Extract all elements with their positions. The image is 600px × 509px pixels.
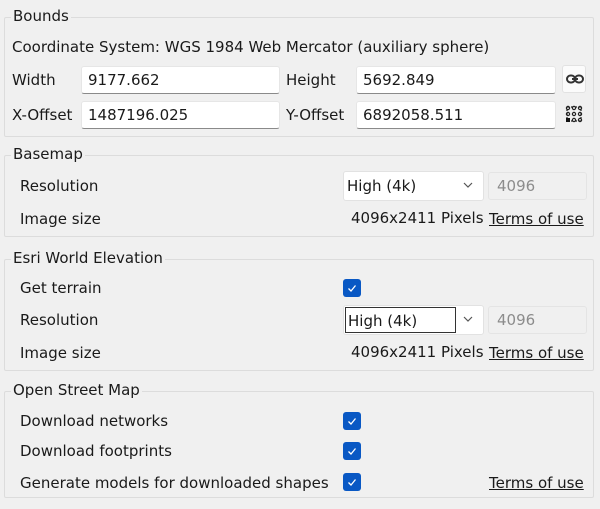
checkmark-icon: [348, 285, 357, 292]
height-label: Height: [286, 71, 336, 89]
checkmark-icon: [348, 479, 357, 486]
elevation-title: Esri World Elevation: [11, 248, 165, 268]
elevation-resolution-value: High (4k): [345, 307, 456, 333]
width-input[interactable]: 9177.662: [81, 66, 280, 94]
get-terrain-checkbox[interactable]: [343, 279, 361, 297]
osm-title: Open Street Map: [11, 380, 142, 400]
x-offset-input[interactable]: 1487196.025: [81, 101, 280, 129]
generate-models-label: Generate models for downloaded shapes: [20, 474, 329, 492]
chain-link-icon: [566, 74, 584, 84]
download-networks-checkbox[interactable]: [343, 412, 361, 430]
checkmark-icon: [348, 448, 357, 455]
anchor-point-button[interactable]: [562, 100, 586, 128]
elevation-resolution-pixels: 4096: [488, 306, 587, 334]
elevation-image-size-value: 4096x2411 Pixels: [351, 343, 484, 361]
generate-models-checkbox[interactable]: [343, 473, 361, 491]
download-networks-label: Download networks: [20, 412, 169, 430]
elevation-resolution-label: Resolution: [20, 311, 99, 329]
download-footprints-label: Download footprints: [20, 442, 172, 460]
basemap-resolution-value: High (4k): [347, 177, 417, 195]
height-input[interactable]: 5692.849: [356, 66, 556, 94]
download-footprints-checkbox[interactable]: [343, 442, 361, 460]
chevron-down-icon: [463, 182, 473, 188]
osm-terms-link[interactable]: Terms of use: [489, 473, 584, 493]
get-terrain-label: Get terrain: [20, 279, 102, 297]
basemap-resolution-select[interactable]: High (4k): [343, 171, 484, 201]
chevron-down-icon: [463, 316, 473, 322]
elevation-terms-link[interactable]: Terms of use: [489, 343, 584, 363]
checkmark-icon: [348, 418, 357, 425]
y-offset-label: Y-Offset: [286, 106, 345, 124]
elevation-resolution-select[interactable]: High (4k): [343, 305, 484, 335]
basemap-image-size-value: 4096x2411 Pixels: [351, 209, 484, 227]
basemap-image-size-label: Image size: [20, 210, 101, 228]
width-label: Width: [12, 71, 56, 89]
y-offset-input[interactable]: 6892058.511: [356, 101, 556, 129]
basemap-terms-link[interactable]: Terms of use: [489, 209, 584, 229]
coordinate-system-text: Coordinate System: WGS 1984 Web Mercator…: [12, 38, 490, 56]
elevation-image-size-label: Image size: [20, 344, 101, 362]
link-dimensions-button[interactable]: [562, 65, 586, 93]
basemap-title: Basemap: [11, 144, 85, 164]
x-offset-label: X-Offset: [12, 106, 73, 124]
anchor-grid-icon: [565, 105, 583, 123]
basemap-resolution-label: Resolution: [20, 177, 99, 195]
bounds-title: Bounds: [11, 6, 71, 26]
basemap-resolution-pixels: 4096: [488, 172, 587, 200]
